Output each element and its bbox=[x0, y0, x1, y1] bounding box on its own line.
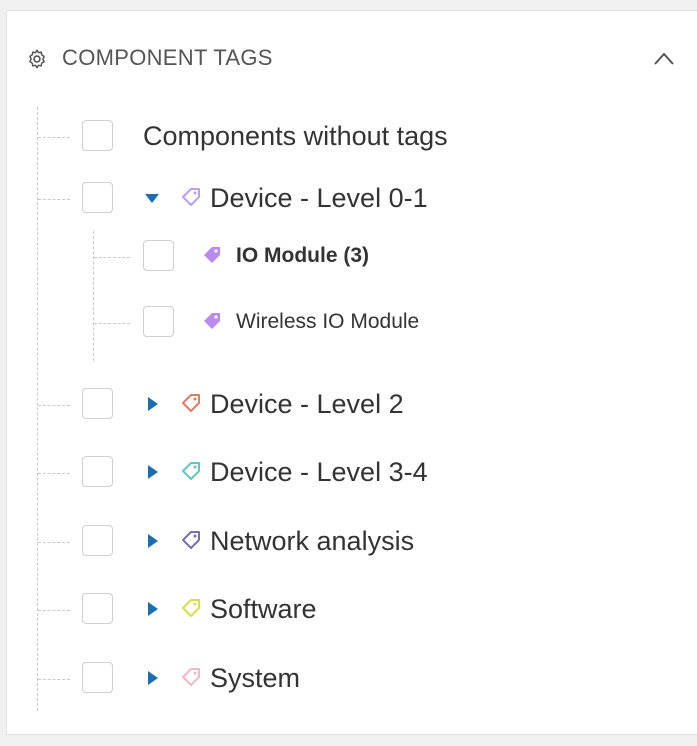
checkbox[interactable] bbox=[143, 306, 174, 337]
tree-item-label: IO Module (3) bbox=[236, 244, 369, 267]
tree-item-device-level-2: Device - Level 2 bbox=[7, 383, 687, 427]
tree-item-label: System bbox=[210, 663, 301, 693]
tree-item-label: Device - Level 2 bbox=[210, 389, 404, 419]
tree-item-device-level-0-1: Device - Level 0-1 bbox=[7, 177, 687, 221]
tree-item-software: Software bbox=[7, 588, 687, 632]
tag-outline-icon bbox=[182, 394, 200, 412]
tree-item-components-without-tags: Components without tags bbox=[7, 115, 687, 159]
caret-right-icon[interactable] bbox=[145, 601, 161, 617]
tag-outline-icon bbox=[182, 599, 200, 617]
tree-item-device-level-3-4: Device - Level 3-4 bbox=[7, 451, 687, 495]
tree-item-io-module: IO Module (3) bbox=[7, 235, 687, 279]
tree-item-wireless-io-module: Wireless IO Module bbox=[7, 301, 687, 345]
checkbox[interactable] bbox=[143, 240, 174, 271]
component-tags-panel: COMPONENT TAGS Components without tags D… bbox=[6, 10, 697, 735]
tag-filled-icon bbox=[204, 247, 220, 263]
checkbox[interactable] bbox=[82, 593, 113, 624]
checkbox[interactable] bbox=[82, 456, 113, 487]
panel-title: COMPONENT TAGS bbox=[62, 45, 273, 70]
caret-right-icon[interactable] bbox=[145, 396, 161, 412]
caret-down-icon[interactable] bbox=[144, 190, 160, 206]
checkbox[interactable] bbox=[82, 182, 113, 213]
panel-header[interactable]: COMPONENT TAGS bbox=[7, 11, 697, 105]
checkbox[interactable] bbox=[82, 525, 113, 556]
tree-item-network-analysis: Network analysis bbox=[7, 520, 687, 564]
tag-filled-icon bbox=[204, 313, 220, 329]
caret-right-icon[interactable] bbox=[145, 533, 161, 549]
checkbox[interactable] bbox=[82, 120, 113, 151]
tag-outline-icon bbox=[182, 668, 200, 686]
caret-right-icon[interactable] bbox=[145, 464, 161, 480]
tag-outline-icon bbox=[182, 462, 200, 480]
checkbox[interactable] bbox=[82, 662, 113, 693]
tree-item-label: Software bbox=[210, 594, 317, 624]
tree-item-label: Components without tags bbox=[143, 121, 448, 151]
tree-item-label: Network analysis bbox=[210, 526, 415, 556]
tree-item-system: System bbox=[7, 657, 687, 701]
chevron-up-icon[interactable] bbox=[652, 49, 676, 69]
tag-outline-icon bbox=[182, 188, 200, 206]
tree-item-label: Device - Level 3-4 bbox=[210, 457, 428, 487]
tag-outline-icon bbox=[182, 531, 200, 549]
gear-icon bbox=[29, 49, 45, 69]
tree-item-label: Device - Level 0-1 bbox=[210, 183, 428, 213]
caret-right-icon[interactable] bbox=[145, 670, 161, 686]
tree-item-label: Wireless IO Module bbox=[236, 310, 420, 333]
checkbox[interactable] bbox=[82, 388, 113, 419]
